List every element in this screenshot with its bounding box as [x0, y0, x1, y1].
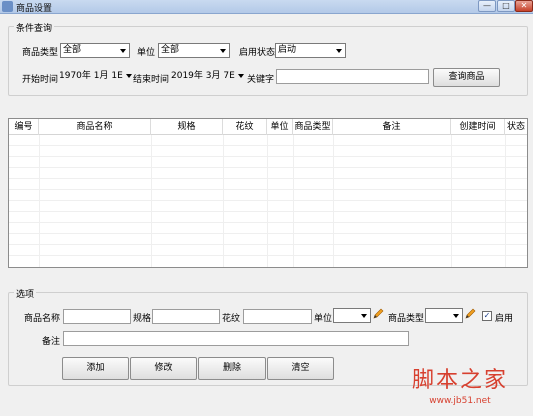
- search-button[interactable]: 查询商品: [433, 68, 500, 87]
- dropdown-arrow-icon: [361, 314, 367, 318]
- pattern-input[interactable]: [243, 309, 312, 324]
- window-title: 商品设置: [16, 4, 53, 14]
- table-row: [9, 223, 527, 234]
- title-bar: 商品设置 — □ ✕: [0, 0, 533, 14]
- table-row: [9, 201, 527, 212]
- minimize-button[interactable]: —: [478, 0, 496, 12]
- table-row: [9, 190, 527, 201]
- pattern-label: 花纹: [222, 314, 241, 324]
- end-time-label: 结束时间: [133, 75, 170, 85]
- status-select[interactable]: 启动: [275, 43, 346, 58]
- watermark: 脚本之家 www.jb51.net: [401, 362, 519, 408]
- column-header-remark[interactable]: 备注: [333, 119, 451, 135]
- unit-select[interactable]: 全部: [158, 43, 230, 58]
- status-select-value: 启动: [278, 45, 297, 55]
- spec-input[interactable]: [152, 309, 220, 324]
- maximize-button[interactable]: □: [497, 0, 515, 12]
- dropdown-arrow-icon: [125, 73, 132, 78]
- table-row: [9, 135, 527, 146]
- enable-label: 启用: [495, 314, 514, 324]
- spec-label: 规格: [133, 314, 152, 324]
- table-row: [9, 146, 527, 157]
- column-header-unit[interactable]: 单位: [267, 119, 293, 135]
- column-header-id[interactable]: 编号: [9, 119, 39, 135]
- add-button[interactable]: 添加: [62, 357, 129, 380]
- product-name-input[interactable]: [63, 309, 131, 324]
- watermark-url: www.jb51.net: [429, 396, 491, 406]
- close-button[interactable]: ✕: [515, 0, 533, 12]
- column-header-status[interactable]: 状态: [505, 119, 527, 135]
- remark-input[interactable]: [63, 331, 409, 346]
- column-header-pattern[interactable]: 花纹: [223, 119, 267, 135]
- end-time-picker[interactable]: 2019年 3月 7E: [171, 69, 244, 84]
- watermark-text: 脚本之家: [411, 368, 508, 393]
- dropdown-arrow-icon: [237, 73, 244, 78]
- grid-header: 编号 商品名称 规格 花纹 单位 商品类型 备注 创建时间 状态: [9, 119, 527, 135]
- dropdown-arrow-icon: [120, 49, 126, 53]
- table-row: [9, 245, 527, 256]
- type-option-label: 商品类型: [388, 314, 425, 324]
- app-icon: [2, 1, 13, 12]
- unit-select-value: 全部: [161, 45, 180, 55]
- unit-option-label: 单位: [314, 314, 333, 324]
- options-group-title: 选项: [14, 287, 37, 300]
- column-header-created[interactable]: 创建时间: [451, 119, 505, 135]
- table-row: [9, 157, 527, 168]
- pencil-icon[interactable]: [372, 308, 384, 320]
- start-time-label: 开始时间: [22, 75, 59, 85]
- column-header-spec[interactable]: 规格: [151, 119, 223, 135]
- product-name-label: 商品名称: [24, 314, 61, 324]
- table-row: [9, 234, 527, 245]
- dropdown-arrow-icon: [336, 49, 342, 53]
- table-row: [9, 168, 527, 179]
- delete-button[interactable]: 删除: [198, 357, 266, 380]
- enable-checkbox[interactable]: ✓: [482, 311, 492, 321]
- pencil-icon[interactable]: [464, 308, 476, 320]
- results-grid[interactable]: 编号 商品名称 规格 花纹 单位 商品类型 备注 创建时间 状态: [8, 118, 528, 268]
- remark-label: 备注: [42, 337, 61, 347]
- dropdown-arrow-icon: [453, 314, 459, 318]
- unit-option-select[interactable]: [333, 308, 371, 323]
- table-row: [9, 179, 527, 190]
- keyword-input[interactable]: [276, 69, 429, 84]
- clear-button[interactable]: 清空: [267, 357, 334, 380]
- edit-button[interactable]: 修改: [130, 357, 197, 380]
- category-select[interactable]: 全部: [60, 43, 130, 58]
- type-option-select[interactable]: [425, 308, 463, 323]
- category-select-value: 全部: [63, 45, 82, 55]
- table-row: [9, 212, 527, 223]
- query-group-title: 条件查询: [14, 21, 55, 34]
- column-header-name[interactable]: 商品名称: [39, 119, 151, 135]
- keyword-label: 关键字: [247, 75, 275, 85]
- start-time-value: 1970年 1月 1E: [59, 71, 123, 81]
- category-label: 商品类型: [22, 48, 59, 58]
- dropdown-arrow-icon: [220, 49, 226, 53]
- status-label: 启用状态: [239, 48, 276, 58]
- start-time-picker[interactable]: 1970年 1月 1E: [59, 69, 132, 84]
- end-time-value: 2019年 3月 7E: [171, 71, 235, 81]
- unit-label: 单位: [137, 48, 156, 58]
- column-header-type[interactable]: 商品类型: [293, 119, 333, 135]
